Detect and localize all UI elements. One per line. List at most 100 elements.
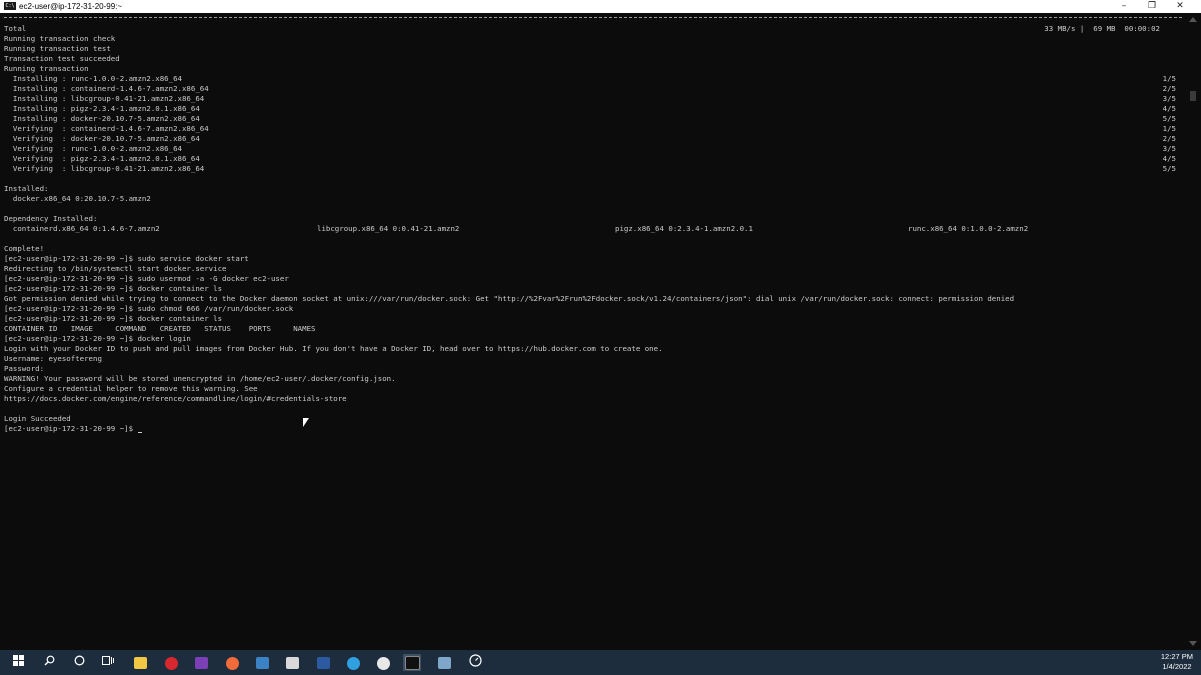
powershell-button[interactable] <box>314 654 332 671</box>
terminal-line: Total <box>4 24 27 33</box>
file-explorer-button[interactable] <box>131 654 149 671</box>
step-count: 2/5 <box>1162 134 1176 143</box>
terminal-line: Verifying : docker-20.10.7-5.amzn2.x86_6… <box>4 134 200 143</box>
divider-line <box>4 17 1182 18</box>
slack-icon <box>376 656 390 670</box>
app-button[interactable] <box>435 654 453 671</box>
task-view-button[interactable] <box>99 654 117 671</box>
terminal-line: Redirecting to /bin/systemctl start dock… <box>4 264 227 273</box>
app-circle-icon <box>346 656 360 670</box>
terminal-line: containerd.x86_64 0:1.4.6-7.amzn2 <box>4 224 160 233</box>
terminal-icon <box>404 656 420 670</box>
app-button[interactable] <box>253 654 271 671</box>
terminal-line: WARNING! Your password will be stored un… <box>4 374 396 383</box>
window-titlebar: C:\ ec2-user@ip-172-31-20-99:~ – ❐ ✕ <box>0 0 1201 13</box>
terminal-line: Verifying : libcgroup-0.41-21.amzn2.x86_… <box>4 164 205 173</box>
cortana-button[interactable] <box>70 654 88 671</box>
step-count: 1/5 <box>1162 124 1176 133</box>
clock-date: 1/4/2022 <box>1162 662 1192 671</box>
scroll-up-arrow-icon[interactable] <box>1189 17 1197 22</box>
postman-icon <box>225 656 239 670</box>
system-clock[interactable]: 12:27 PM 1/4/2022 <box>1161 652 1193 672</box>
terminal-line: Running transaction check <box>4 34 116 43</box>
windows-taskbar: 12:27 PM 1/4/2022 <box>0 650 1201 675</box>
terminal-line: Verifying : pigz-2.3.4-1.amzn2.0.1.x86_6… <box>4 154 200 163</box>
download-progress: 33 MB/s | 69 MB 00:00:02 <box>1044 24 1160 33</box>
dependency-item: pigz.x86_64 0:2.3.4-1.amzn2.0.1 <box>615 224 753 233</box>
mouse-pointer-icon <box>303 418 309 427</box>
postman-button[interactable] <box>223 654 241 671</box>
prompt-text: [ec2-user@ip-172-31-20-99 ~]$ <box>4 424 138 433</box>
terminal-app-icon: C:\ <box>4 2 16 10</box>
terminal-line: Username: eyesoftereng <box>4 354 102 363</box>
terminal-line: Installing : docker-20.10.7-5.amzn2.x86_… <box>4 114 200 123</box>
app-window-icon <box>285 657 299 669</box>
terminal-line: Installing : containerd-1.4.6-7.amzn2.x8… <box>4 84 209 93</box>
terminal-scrollbar[interactable] <box>1186 13 1201 650</box>
terminal-line: [ec2-user@ip-172-31-20-99 ~]$ sudo userm… <box>4 274 289 283</box>
windows-logo-icon <box>12 655 24 666</box>
terminal-output[interactable]: 33 MB/s | 69 MB 00:00:02 Total Running t… <box>0 13 1186 650</box>
cortana-circle-icon <box>74 655 84 666</box>
app-button[interactable] <box>466 654 484 671</box>
step-count: 3/5 <box>1162 94 1176 103</box>
visual-studio-button[interactable] <box>192 654 210 671</box>
clock-time: 12:27 PM <box>1160 652 1193 661</box>
step-count: 1/5 <box>1162 74 1176 83</box>
window-title: ec2-user@ip-172-31-20-99:~ <box>19 2 123 11</box>
app-book-icon <box>437 657 451 669</box>
terminal-line: Password: <box>4 364 45 373</box>
step-count: 4/5 <box>1162 154 1176 163</box>
dependency-item: runc.x86_64 0:1.0.0-2.amzn2 <box>908 224 1029 233</box>
terminal-line: Installing : libcgroup-0.41-21.amzn2.x86… <box>4 94 205 103</box>
terminal-line: Configure a credential helper to remove … <box>4 384 258 393</box>
terminal-line: [ec2-user@ip-172-31-20-99 ~]$ sudo servi… <box>4 254 249 263</box>
step-count: 4/5 <box>1162 104 1176 113</box>
visual-studio-icon <box>194 657 208 669</box>
terminal-line: [ec2-user@ip-172-31-20-99 ~]$ docker log… <box>4 334 191 343</box>
terminal-line: [ec2-user@ip-172-31-20-99 ~]$ docker con… <box>4 314 223 323</box>
terminal-line: [ec2-user@ip-172-31-20-99 ~]$ docker con… <box>4 284 223 293</box>
close-button[interactable]: ✕ <box>1167 0 1193 13</box>
terminal-line: Running transaction <box>4 64 89 73</box>
opera-button[interactable] <box>162 654 180 671</box>
maximize-button[interactable]: ❐ <box>1139 0 1165 13</box>
step-count: 3/5 <box>1162 144 1176 153</box>
terminal-line: https://docs.docker.com/engine/reference… <box>4 394 347 403</box>
minimize-button[interactable]: – <box>1111 0 1137 13</box>
terminal-line: Got permission denied while trying to co… <box>4 294 1015 303</box>
folder-icon <box>133 657 147 669</box>
terminal-line: [ec2-user@ip-172-31-20-99 ~]$ sudo chmod… <box>4 304 294 313</box>
terminal-line: Installing : pigz-2.3.4-1.amzn2.0.1.x86_… <box>4 104 200 113</box>
terminal-line: Complete! <box>4 244 45 253</box>
terminal-line: CONTAINER ID IMAGE COMMAND CREATED STATU… <box>4 324 316 333</box>
scroll-down-arrow-icon[interactable] <box>1189 641 1197 646</box>
terminal-line: Login with your Docker ID to push and pu… <box>4 344 663 353</box>
text-cursor <box>137 432 142 433</box>
start-button[interactable] <box>9 654 27 671</box>
terminal-line: Installed: <box>4 184 49 193</box>
terminal-line: Dependency Installed: <box>4 214 98 223</box>
scroll-thumb[interactable] <box>1190 91 1196 101</box>
app-button[interactable] <box>283 654 301 671</box>
dashboard-gauge-icon <box>468 654 482 667</box>
search-icon <box>44 655 54 666</box>
slack-button[interactable] <box>374 654 392 671</box>
search-button[interactable] <box>40 654 58 671</box>
terminal-line: Transaction test succeeded <box>4 54 120 63</box>
terminal-line: Running transaction test <box>4 44 111 53</box>
app-button[interactable] <box>344 654 362 671</box>
diagram-app-icon <box>255 657 269 669</box>
terminal-taskbar-button[interactable] <box>403 654 421 671</box>
opera-icon <box>164 656 178 670</box>
terminal-line: Verifying : runc-1.0.0-2.amzn2.x86_64 <box>4 144 182 153</box>
powershell-icon <box>316 657 330 669</box>
terminal-prompt-line[interactable]: [ec2-user@ip-172-31-20-99 ~]$ <box>4 424 142 434</box>
task-view-icon <box>102 656 114 665</box>
terminal-line: Login Succeeded <box>4 414 71 423</box>
terminal-line: docker.x86_64 0:20.10.7-5.amzn2 <box>4 194 151 203</box>
terminal-line: Installing : runc-1.0.0-2.amzn2.x86_64 <box>4 74 182 83</box>
step-count: 5/5 <box>1162 164 1176 173</box>
terminal-line: Verifying : containerd-1.4.6-7.amzn2.x86… <box>4 124 209 133</box>
step-count: 2/5 <box>1162 84 1176 93</box>
